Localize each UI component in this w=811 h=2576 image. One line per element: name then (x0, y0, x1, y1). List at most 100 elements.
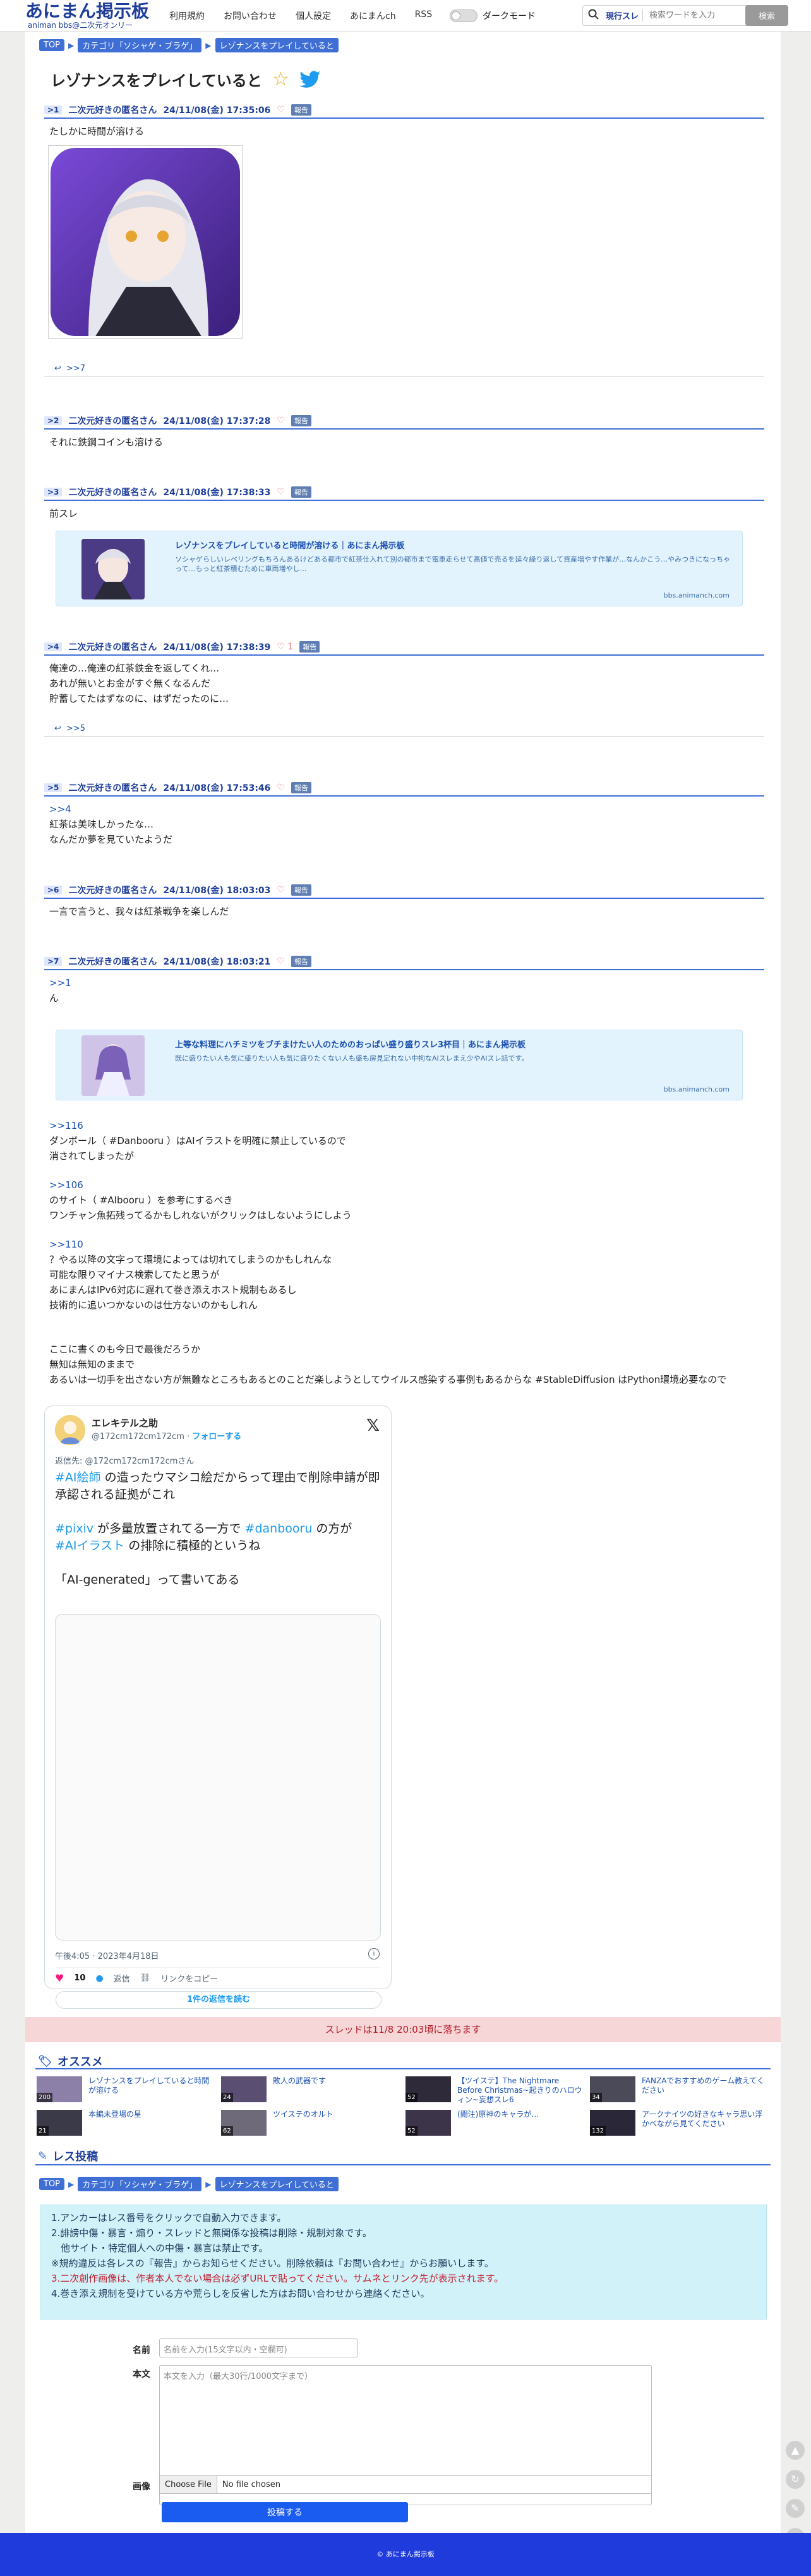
tweet-author-name[interactable]: エレキテル之助 (92, 1416, 241, 1429)
star-icon[interactable]: ☆ (272, 68, 289, 90)
image-file-input[interactable]: Choose File No file chosen (159, 2475, 652, 2494)
like-heart-icon[interactable]: ♥ (55, 1972, 64, 1984)
search-button[interactable]: 検索 (745, 5, 788, 26)
choose-file-button[interactable]: Choose File (160, 2476, 217, 2493)
poster-name: 二次元好きの匿名さん (68, 416, 157, 426)
name-input[interactable]: 名前を入力(15文字以内・空欄可) (159, 2338, 357, 2357)
tweet-handle[interactable]: @172cm172cm172cm (92, 1432, 184, 1441)
post-number[interactable]: >7 (44, 957, 63, 966)
post-number[interactable]: >3 (44, 488, 63, 497)
info-icon[interactable]: i (368, 1948, 380, 1959)
dark-mode-switch[interactable] (450, 9, 478, 22)
tweet-media[interactable] (55, 1614, 381, 1941)
post-date: 24/11/08(金) 17:37:28 (163, 416, 271, 426)
hashtag-link[interactable]: #AIイラスト (55, 1539, 124, 1553)
reply-line: ↩ >>7 (44, 364, 764, 376)
post-anchor-link[interactable]: >>106 (49, 1179, 83, 1191)
hashtag-link[interactable]: #AI絵師 (55, 1471, 101, 1484)
post-7-continued: >>116 ダンボール（ #Danbooru ）はAIイラストを明確に禁止してい… (44, 1118, 764, 1387)
reply-bubble-icon[interactable]: ● (95, 1973, 103, 1983)
tweet-read-replies-button[interactable]: 1件の返信を読む (56, 1991, 381, 2009)
edit-icon[interactable]: ✎ (786, 2499, 805, 2518)
embedded-tweet[interactable]: エレキテル之助 @172cm172cm172cm · フォローする 𝕏 返信先:… (44, 1405, 392, 1989)
heart-icon[interactable]: ♡ (277, 956, 285, 966)
recommend-title: 本編未登場の星 (88, 2110, 142, 2119)
post-anchor-link[interactable]: >>110 (49, 1239, 83, 1250)
breadcrumb-top[interactable]: TOP (39, 2178, 65, 2190)
hashtag-link[interactable]: #pixiv (55, 1522, 93, 1536)
reply-to-handle[interactable]: @172cm172cm172cmさん (85, 1457, 195, 1466)
heart-icon[interactable]: ♡ (277, 885, 285, 895)
report-button[interactable]: 報告 (291, 486, 311, 498)
report-button[interactable]: 報告 (291, 884, 311, 896)
heart-icon[interactable]: ♡ (277, 105, 285, 115)
link-card[interactable]: 上等な料理にハチミツをブチまけたい人のためのおっぱい盛り盛りスレ3杯目｜あにまん… (56, 1030, 743, 1100)
heart-icon[interactable]: ♡ (277, 783, 285, 793)
heart-icon[interactable]: ♡ 1 (277, 642, 293, 652)
reply-anchor[interactable]: >>7 (66, 364, 85, 373)
report-button[interactable]: 報告 (299, 641, 320, 653)
card-title: 上等な料理にハチミツをブチまけたい人のためのおっぱい盛り盛りスレ3杯目｜あにまん… (175, 1040, 526, 1050)
tweet-follow-button[interactable]: フォローする (192, 1432, 241, 1441)
copy-link-button[interactable]: リンクをコピー (160, 1972, 218, 1984)
nav-rss[interactable]: RSS (415, 9, 433, 22)
post-number[interactable]: >5 (44, 783, 63, 792)
tweet-reply-button[interactable]: 返信 (114, 1972, 130, 1984)
breadcrumb-thread[interactable]: レゾナンスをプレイしていると (215, 38, 339, 52)
post-anchor-link[interactable]: >>4 (49, 803, 71, 815)
recommend-item[interactable]: 24 敗人の武器です (221, 2076, 398, 2102)
report-button[interactable]: 報告 (291, 104, 311, 116)
post-number[interactable]: >4 (44, 642, 63, 651)
hashtag-link[interactable]: #danbooru (245, 1522, 313, 1536)
post-number[interactable]: >2 (44, 416, 63, 425)
link-card[interactable]: レゾナンスをプレイしていると時間が溶ける｜あにまん掲示板 ソシャゲらしいレベリン… (56, 531, 743, 606)
post-number[interactable]: >1 (44, 105, 63, 114)
breadcrumb-separator-icon: ▶ (68, 2179, 75, 2189)
post-anchor-link[interactable]: >>116 (49, 1120, 83, 1131)
reload-icon[interactable]: ↻ (786, 2470, 805, 2489)
recommend-count: 52 (406, 2126, 418, 2136)
post-number[interactable]: >6 (44, 886, 63, 894)
breadcrumb-thread[interactable]: レゾナンスをプレイしていると (215, 2177, 339, 2191)
breadcrumb-category[interactable]: カテゴリ「ソシャゲ・ブラゲ」 (78, 2177, 202, 2191)
heart-icon[interactable]: ♡ (277, 416, 285, 426)
recommend-item[interactable]: 132 アークナイツの好きなキャラ思い浮かべながら見てください (590, 2110, 767, 2136)
submit-post-button[interactable]: 投稿する (162, 2502, 408, 2522)
breadcrumb-top[interactable]: TOP (39, 39, 65, 51)
nav-terms[interactable]: 利用規約 (169, 9, 205, 22)
reply-arrow-icon: ↩ (54, 364, 61, 373)
recommend-heading: 🏷 オススメ (38, 2053, 103, 2069)
nav-settings[interactable]: 個人設定 (296, 9, 331, 22)
recommend-item[interactable]: 34 FANZAでおすすめのゲーム教えてください (590, 2076, 767, 2102)
breadcrumb-category[interactable]: カテゴリ「ソシャゲ・ブラゲ」 (78, 38, 202, 52)
nav-animanch[interactable]: あにまんch (350, 9, 396, 22)
tweet-timestamp[interactable]: 午後4:05 · 2023年4月18日 (55, 1949, 159, 1961)
report-button[interactable]: 報告 (291, 956, 311, 967)
report-button[interactable]: 報告 (291, 782, 311, 793)
recommend-item[interactable]: 62 ツイステのオルト (221, 2110, 398, 2136)
site-logo[interactable]: あにまん掲示板 animan bbs@二次元オンリー (25, 1, 149, 30)
nav-contact[interactable]: お問い合わせ (224, 9, 277, 22)
report-button[interactable]: 報告 (291, 415, 311, 426)
poster-name: 二次元好きの匿名さん (68, 488, 157, 498)
reply-anchor[interactable]: >>5 (66, 724, 85, 733)
card-domain: bbs.animanch.com (663, 1085, 730, 1093)
post-body: 俺達の…俺達の紅茶鉄金を返してくれ… あれが無いとお金がすぐ無くなるんだ 貯蓄し… (49, 663, 229, 704)
recommend-item[interactable]: 21 本編未登場の星 (37, 2110, 213, 2136)
post-body: 前スレ (49, 508, 78, 519)
tweet-avatar[interactable] (55, 1415, 85, 1445)
post-anchor-link[interactable]: >>1 (49, 977, 71, 989)
link-icon[interactable]: ⛓ (140, 1973, 151, 1983)
heart-icon[interactable]: ♡ (277, 487, 285, 497)
post-image[interactable] (48, 145, 243, 339)
scroll-top-icon[interactable]: ▲ (786, 2441, 805, 2460)
reply-line: ↩ >>5 (44, 724, 764, 737)
dark-mode-toggle[interactable]: ダークモード (450, 9, 536, 22)
x-logo-icon[interactable]: 𝕏 (366, 1416, 380, 1435)
twitter-icon[interactable] (299, 70, 321, 88)
search-input[interactable] (643, 6, 738, 25)
search-scope-select[interactable]: 現行スレ (604, 9, 644, 21)
recommend-item[interactable]: 52 【ツイステ】The Nightmare Before Christmas~… (406, 2076, 582, 2105)
recommend-item[interactable]: 52 (閲注)原神のキャラが… (406, 2110, 582, 2136)
recommend-item[interactable]: 200 レゾナンスをプレイしていると時間が溶ける (37, 2076, 213, 2102)
